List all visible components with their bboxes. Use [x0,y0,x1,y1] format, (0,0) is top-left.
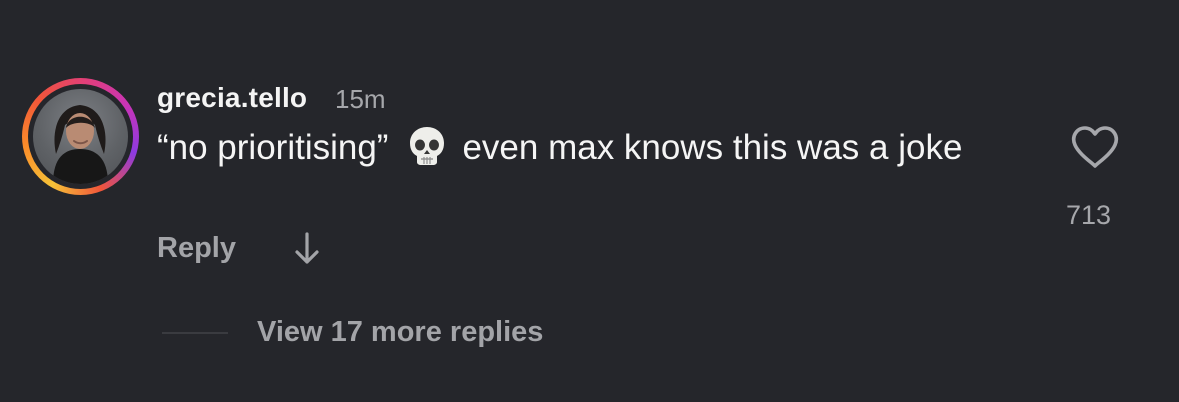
skull-icon [408,126,446,175]
comment-timestamp: 15m [335,84,386,114]
arrow-down-icon[interactable] [292,231,322,267]
reply-button[interactable]: Reply [157,232,236,265]
comment-username[interactable]: grecia.tello [157,82,307,114]
like-count: 713 [1066,200,1112,230]
view-more-replies-button[interactable]: View 17 more replies [257,316,543,349]
heart-icon[interactable] [1070,124,1120,170]
comment-thread: grecia.tello 15m “no prioritising” even … [0,0,1179,402]
comment-text-after-emoji: even max knows this was a joke [462,128,963,167]
comment-text-before-emoji: “no prioritising” [157,128,389,167]
avatar[interactable] [33,89,128,184]
replies-divider [162,332,228,334]
story-ring-avatar[interactable] [22,78,139,195]
comment-body: “no prioritising” even max knows this wa… [157,126,1017,175]
